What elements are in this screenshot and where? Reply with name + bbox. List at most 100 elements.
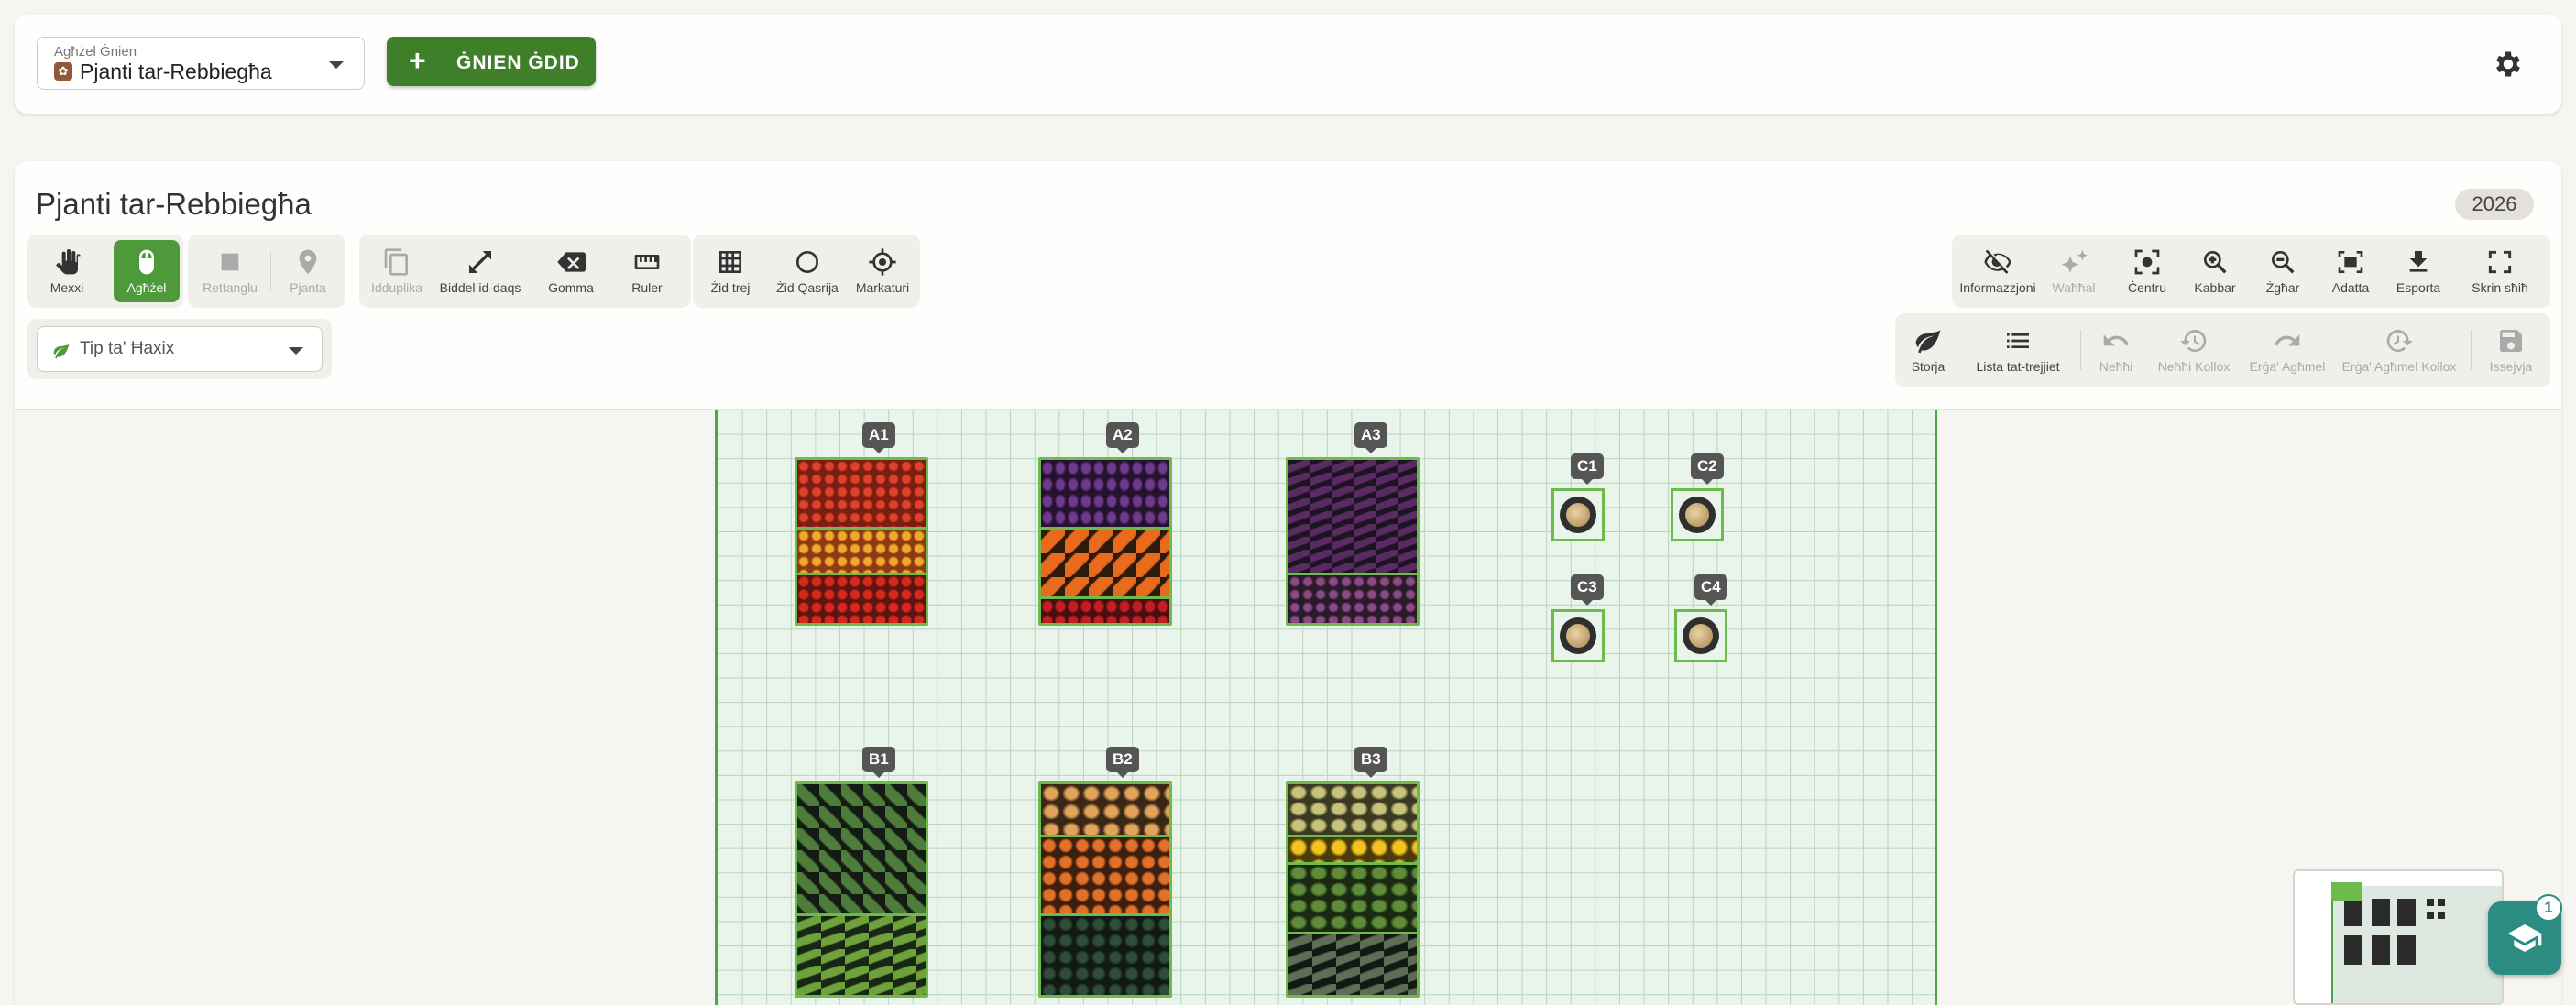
tool-duplicate[interactable]: Idduplika: [365, 240, 429, 302]
garden-bed-b3[interactable]: [1286, 781, 1420, 998]
bed-label: B3: [1354, 747, 1387, 778]
tool-markers[interactable]: Markaturi: [849, 240, 916, 302]
bed-label: B2: [1106, 747, 1139, 778]
view-toolbar: Informazzjoni Waħħal Ċentru Kabbar Żgħar…: [1952, 235, 2550, 308]
gear-icon[interactable]: [2492, 48, 2525, 81]
bed-section[interactable]: [1041, 916, 1169, 995]
bed-section[interactable]: [797, 530, 926, 575]
bed-section[interactable]: [1288, 934, 1417, 995]
plant-type-select[interactable]: Tip ta' Ħaxix: [37, 326, 323, 372]
shape-toolbar: Rettanglu Pjanta: [188, 235, 345, 308]
garden-bed-a1[interactable]: [795, 457, 928, 626]
tool-select[interactable]: Agħżel: [114, 240, 180, 302]
mode-toolbar: Mexxi Agħżel: [27, 235, 183, 308]
chevron-down-icon: [329, 61, 344, 69]
tool-duplicate-label: Idduplika: [370, 280, 423, 295]
tool-eraser[interactable]: Gomma: [539, 240, 603, 302]
bed-section[interactable]: [1288, 575, 1417, 623]
undo-all-button[interactable]: Neħħi Kollox: [2152, 319, 2236, 381]
bed-label: A1: [862, 422, 895, 453]
bed-section[interactable]: [797, 460, 926, 530]
tool-move-label: Mexxi: [49, 280, 84, 295]
tool-resize-label: Biddel id-daqs: [439, 280, 521, 295]
add-toolbar: Żid trej Żid Qasrija Markaturi: [693, 235, 920, 308]
pot-label: C1: [1571, 453, 1604, 485]
bed-section[interactable]: [1041, 784, 1169, 837]
undo-button[interactable]: Neħħi: [2088, 319, 2144, 381]
bed-section[interactable]: [1041, 460, 1169, 530]
bed-section[interactable]: [1288, 784, 1417, 837]
bed-section[interactable]: [1288, 837, 1417, 865]
bed-section[interactable]: [1288, 865, 1417, 934]
bed-section[interactable]: [797, 784, 926, 916]
pot-c2[interactable]: [1671, 488, 1724, 541]
pot-plant: [1683, 617, 1719, 654]
bed-section[interactable]: [797, 916, 926, 995]
plant-type-placeholder: Tip ta' Ħaxix: [80, 339, 175, 358]
top-bar: Agħżel Ġnien ✿ Pjanti tar-Rebbiegħa + ĠN…: [15, 15, 2561, 114]
minimap-pot: [2438, 912, 2445, 919]
garden-grid[interactable]: A1 A2 A3 C1 C2 C3 C4 B1 B2 B3: [715, 410, 1937, 1005]
undo-all-label: Neħħi Kollox: [2157, 359, 2231, 374]
bed-list-button[interactable]: Lista tat-trejjiet: [1963, 319, 2073, 381]
page-title: Pjanti tar-Rebbiegħa: [36, 187, 312, 221]
new-garden-button[interactable]: + ĠNIEN ĠDID: [387, 37, 596, 86]
redo-button[interactable]: Erġa' Agħmel: [2243, 319, 2331, 381]
zoom-out-icon: [2272, 251, 2295, 274]
bed-section[interactable]: [1041, 837, 1169, 916]
fit-label: Adatta: [2331, 280, 2370, 295]
center-button[interactable]: Ċentru: [2117, 240, 2177, 302]
tool-resize[interactable]: Biddel id-daqs: [433, 240, 528, 302]
leaf-icon: [1915, 330, 1941, 354]
pot-label: C4: [1694, 574, 1727, 606]
garden-canvas[interactable]: A1 A2 A3 C1 C2 C3 C4 B1 B2 B3: [15, 409, 2561, 1005]
sparkle-icon: [2061, 249, 2088, 273]
copy-icon: [384, 248, 408, 276]
tool-rectangle[interactable]: Rettanglu: [195, 240, 265, 302]
tool-add-pot[interactable]: Żid Qasrija: [770, 240, 845, 302]
divider: [2471, 330, 2472, 370]
garden-select-value: Pjanti tar-Rebbiegħa: [80, 60, 272, 83]
minimap[interactable]: [2293, 869, 2504, 1005]
minimap-viewport[interactable]: [2331, 882, 2362, 901]
zoom-in-button[interactable]: Kabbar: [2185, 240, 2245, 302]
circle-icon: [796, 251, 818, 273]
tutorial-badge: 1: [2535, 894, 2562, 922]
tool-eraser-label: Gomma: [548, 280, 594, 295]
garden-select[interactable]: Agħżel Ġnien ✿ Pjanti tar-Rebbiegħa: [37, 37, 365, 90]
pot-label: C3: [1571, 574, 1604, 606]
snap-button[interactable]: Waħħal: [2044, 240, 2104, 302]
zoom-out-button[interactable]: Żgħar: [2253, 240, 2313, 302]
tool-ruler[interactable]: Ruler: [612, 240, 682, 302]
chevron-down-icon: [289, 347, 303, 355]
garden-bed-a2[interactable]: [1038, 457, 1172, 626]
new-garden-label: ĠNIEN ĠDID: [456, 52, 580, 73]
fullscreen-button[interactable]: Skrin sħiħ: [2456, 240, 2544, 302]
pot-c1[interactable]: [1551, 488, 1605, 541]
redo-all-button[interactable]: Erġa' Agħmel Kollox: [2335, 319, 2463, 381]
export-button[interactable]: Esporta: [2388, 240, 2449, 302]
zoom-in-label: Kabbar: [2194, 280, 2236, 295]
tool-plant-label: Pjanta: [290, 280, 326, 295]
garden-bed-a3[interactable]: [1286, 457, 1420, 626]
pot-label: C2: [1691, 453, 1724, 485]
ruler-icon: [634, 255, 660, 269]
save-button[interactable]: Issejvja: [2478, 319, 2544, 381]
fit-button[interactable]: Adatta: [2320, 240, 2381, 302]
tool-plant[interactable]: Pjanta: [278, 240, 338, 302]
restore-icon: [2386, 330, 2413, 352]
bed-section[interactable]: [1041, 530, 1169, 599]
garden-bed-b2[interactable]: [1038, 781, 1172, 998]
bed-section[interactable]: [1041, 599, 1169, 623]
pot-c4[interactable]: [1674, 609, 1727, 662]
minimap-bed: [2397, 899, 2416, 926]
zoom-in-icon: [2204, 251, 2227, 274]
pot-c3[interactable]: [1551, 609, 1605, 662]
bed-section[interactable]: [1288, 460, 1417, 575]
bed-section[interactable]: [797, 575, 926, 623]
garden-bed-b1[interactable]: [795, 781, 928, 998]
toggle-info[interactable]: Informazzjoni: [1956, 240, 2040, 302]
tool-move[interactable]: Mexxi: [35, 240, 99, 302]
tool-add-bed[interactable]: Żid trej: [696, 240, 764, 302]
history-button[interactable]: Storja: [1901, 319, 1956, 381]
